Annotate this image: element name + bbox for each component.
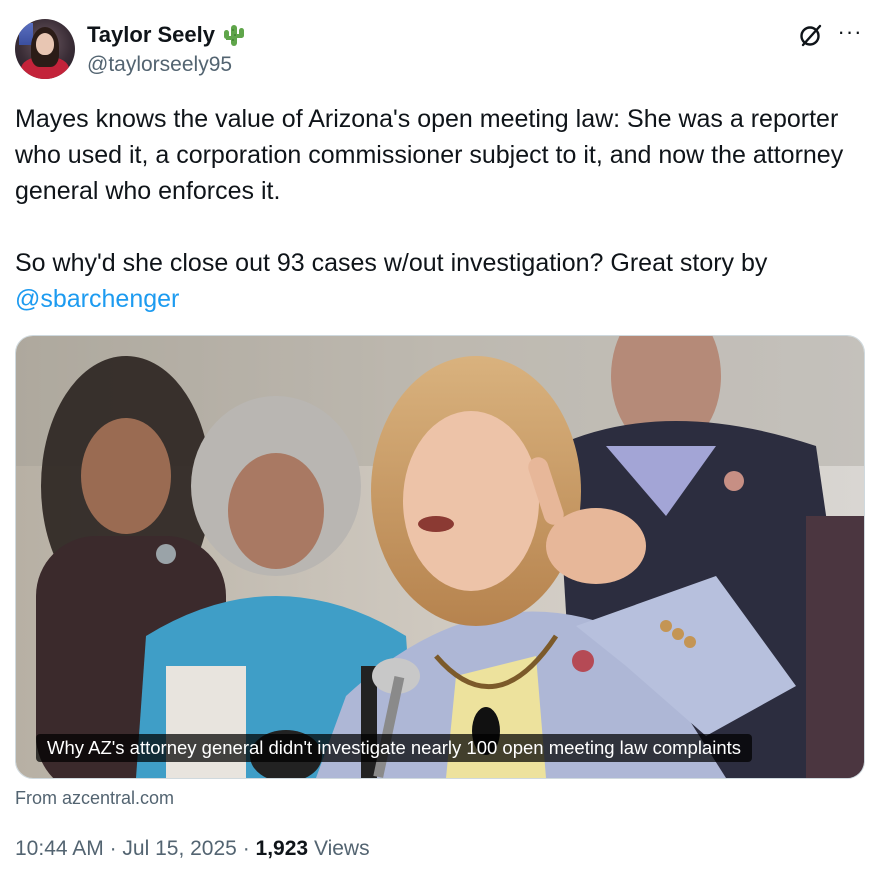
views-count: 1,923 [255, 837, 309, 860]
avatar-face [36, 33, 54, 55]
tweet-paragraph-2-text: So why'd she close out 93 cases w/out in… [15, 249, 768, 277]
card-source[interactable]: From azcentral.com [15, 786, 174, 810]
tweet-meta: 10:44 AM · Jul 15, 2025 · 1,923 Views [15, 834, 370, 864]
tweet-date[interactable]: Jul 15, 2025 [122, 837, 236, 860]
cactus-icon [221, 22, 247, 48]
author-display-name[interactable]: Taylor Seely [87, 22, 215, 48]
meta-separator-2: · [242, 837, 250, 860]
grok-slash-circle-icon[interactable] [797, 21, 825, 49]
tweet-time[interactable]: 10:44 AM [15, 837, 104, 860]
tweet-paragraph-2: So why'd she close out 93 cases w/out in… [15, 245, 867, 317]
more-horizontal-icon[interactable]: ··· [836, 21, 864, 48]
tweet-paragraph-1: Mayes knows the value of Arizona's open … [15, 105, 844, 205]
card-title: Why AZ's attorney general didn't investi… [36, 734, 753, 762]
author-name-row[interactable]: Taylor Seely [87, 22, 247, 48]
views-label: Views [313, 837, 370, 860]
author-handle[interactable]: @taylorseely95 [87, 52, 232, 78]
avatar[interactable] [15, 19, 75, 79]
tweet-text: Mayes knows the value of Arizona's open … [15, 101, 867, 317]
card-image [16, 336, 864, 778]
mention-link[interactable]: @sbarchenger [15, 285, 179, 313]
meta-separator: · [109, 837, 117, 860]
link-card[interactable]: Why AZ's attorney general didn't investi… [15, 335, 865, 779]
